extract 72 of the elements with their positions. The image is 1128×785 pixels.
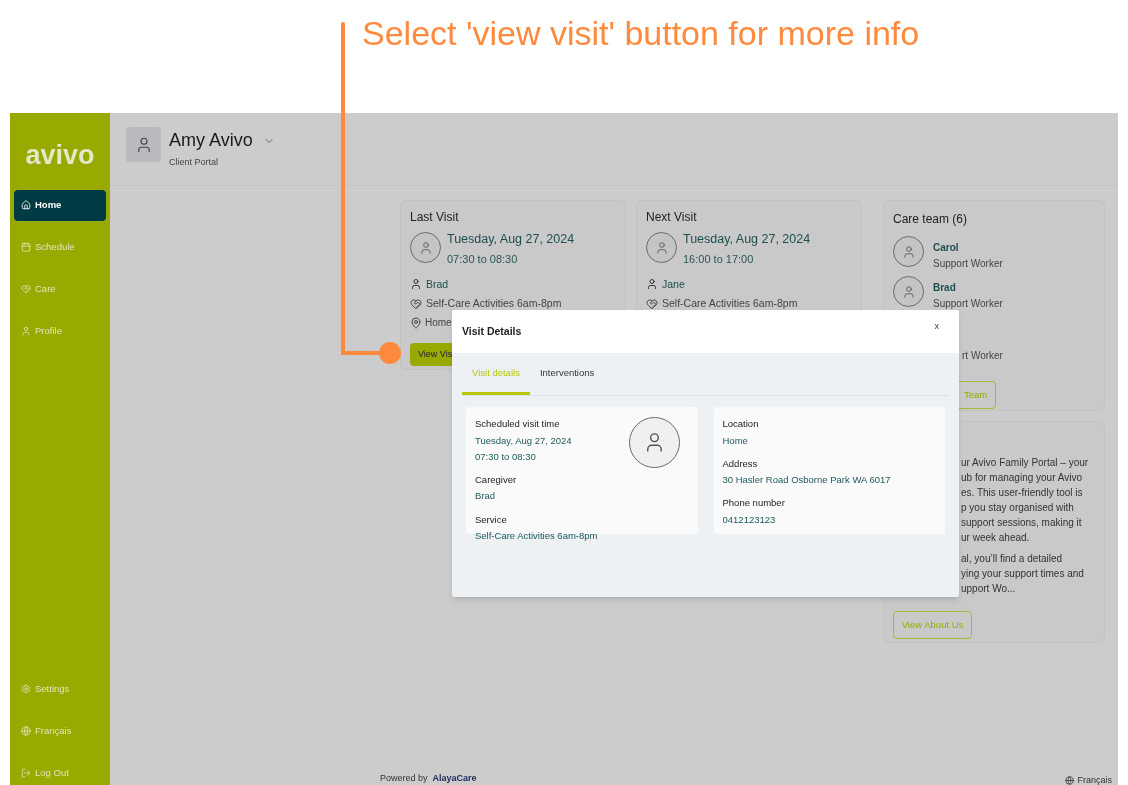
field-value: 0412123123 <box>722 512 777 527</box>
view-about-us-button[interactable]: View About Us <box>893 611 972 640</box>
portal-subtitle: Client Portal <box>169 156 220 169</box>
member-name: Brad <box>933 282 957 294</box>
close-button[interactable]: x <box>934 319 939 334</box>
nav-item[interactable]: Schedule <box>14 231 106 263</box>
field-label: Address <box>722 456 759 471</box>
field-label: Caregiver <box>475 473 518 487</box>
field-label: Location <box>722 417 760 432</box>
visit-time: 07:30 to 08:30 <box>447 253 519 266</box>
person-icon <box>901 244 916 259</box>
nav-item[interactable]: Settings <box>14 681 106 697</box>
person-icon <box>654 240 669 255</box>
location-name: Home <box>425 316 452 329</box>
nav-item[interactable]: Care <box>14 273 106 305</box>
service-name: Self-Care Activities 6am-8pm <box>426 297 562 310</box>
field-label: Scheduled visit time <box>475 417 561 432</box>
field-value: 30 Hasler Road Osborne Park WA 6017 <box>722 473 892 487</box>
annotation-text: Select 'view visit' button for more info <box>362 13 920 54</box>
about-text-line: p you stay organised with <box>961 501 1075 515</box>
language-link[interactable]: Français <box>1077 775 1112 785</box>
home-icon <box>21 200 31 210</box>
dialog-title: Visit Details <box>462 323 522 339</box>
field-value: 07:30 to 08:30 <box>475 449 537 464</box>
location-pin-icon <box>410 316 422 329</box>
nav-item[interactable]: Français <box>14 723 106 739</box>
visit-date: Tuesday, Aug 27, 2024 <box>447 232 575 247</box>
nav-item[interactable]: Home <box>14 189 106 221</box>
member-role: Support Worker <box>933 298 1003 309</box>
field-value: Self-Care Activities 6am-8pm <box>475 528 598 543</box>
caregiver-name: Jane <box>662 277 685 291</box>
person-icon <box>410 278 422 290</box>
person-icon <box>21 326 31 336</box>
about-text-line: ur Avivo Family Portal – your <box>961 456 1090 470</box>
about-text-line: ying your support times and <box>961 567 1085 581</box>
tab[interactable]: Visit details <box>462 361 530 396</box>
member-role: rt Worker <box>962 350 1003 361</box>
about-text-line: upport Wo... <box>961 582 1017 596</box>
tab[interactable]: Interventions <box>529 361 605 396</box>
service-name: Self-Care Activities 6am-8pm <box>662 297 798 310</box>
member-role: Support Worker <box>933 258 1003 269</box>
powered-by-text: Powered by <box>380 771 428 785</box>
visit-date: Tuesday, Aug 27, 2024 <box>683 232 811 247</box>
nav-item[interactable]: Log Out <box>14 765 106 781</box>
globe-icon <box>21 726 31 736</box>
about-text-line: es. This user-friendly tool is <box>961 486 1084 500</box>
card-title: Next Visit <box>646 210 698 225</box>
globe-icon <box>1065 775 1075 785</box>
settings-icon <box>21 684 31 694</box>
caregiver-name: Brad <box>426 277 449 291</box>
about-text-line: ub for managing your Avivo <box>961 471 1083 485</box>
about-text-line: ur week ahead. <box>961 531 1031 545</box>
calendar-icon <box>21 242 31 252</box>
visit-time: 16:00 to 17:00 <box>683 253 755 266</box>
user-name: Amy Avivo <box>169 129 253 152</box>
person-icon <box>646 278 658 290</box>
field-label: Phone number <box>722 496 786 511</box>
person-icon <box>901 284 916 299</box>
nav-item[interactable]: Profile <box>14 315 106 347</box>
field-value: Tuesday, Aug 27, 2024 <box>475 433 573 448</box>
field-label: Service <box>475 512 508 527</box>
card-title: Last Visit <box>410 210 460 225</box>
card-title: Care team (6) <box>893 211 969 228</box>
field-value: Home <box>722 433 749 448</box>
logo: avivo <box>24 139 96 172</box>
about-text-line: al, you’ll find a detailed <box>961 552 1064 566</box>
field-value: Brad <box>475 489 497 504</box>
brand-logo: AlayaCare <box>432 771 477 785</box>
person-icon <box>418 240 433 255</box>
member-name: Carol <box>933 242 960 254</box>
logout-icon <box>21 768 31 778</box>
about-text-line: support sessions, making it <box>961 516 1083 530</box>
